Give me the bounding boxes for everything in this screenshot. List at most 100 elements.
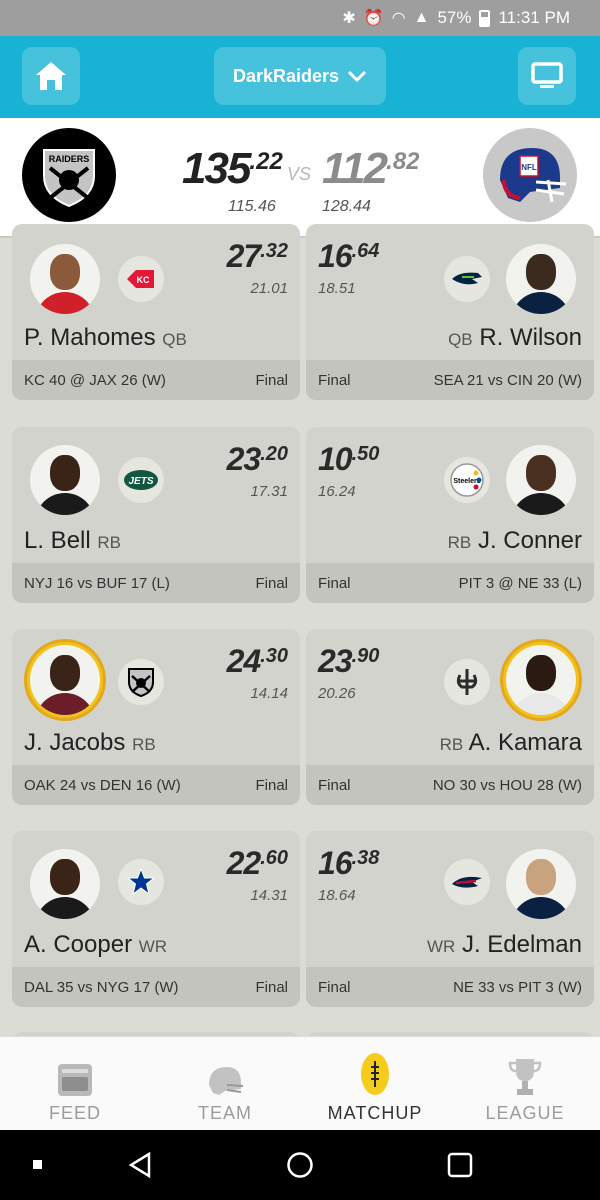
signal-icon: ▲ xyxy=(413,9,430,26)
back-icon[interactable] xyxy=(127,1152,153,1178)
steelers-logo-icon: Steelers xyxy=(444,457,490,503)
status-bar: ✱ ⏰ ◠ ▲ 57% 11:31 PM xyxy=(0,0,600,36)
app-header: DarkRaiders xyxy=(0,36,600,118)
battery-percent: 57% xyxy=(437,8,472,27)
recent-dot-icon[interactable] xyxy=(33,1160,42,1169)
game-info: Final NO 30 vs HOU 28 (W) xyxy=(306,765,594,805)
player-photo xyxy=(506,645,576,715)
raiders-shield-icon: RAIDERS xyxy=(43,149,95,208)
home-button[interactable] xyxy=(22,47,80,105)
player-projected: 18.64 xyxy=(318,887,356,904)
player-card-right[interactable]: 16.64 18.51 QB R. Wilson Final SEA 21 vs … xyxy=(306,224,594,400)
nfl-logo-text: NFL xyxy=(521,163,537,172)
vs-label: VS xyxy=(287,164,312,184)
player-name: J. Jacobs RB xyxy=(24,729,156,756)
football-icon xyxy=(361,1053,389,1095)
chevron-down-icon xyxy=(347,70,367,82)
game-info: Final NE 33 vs PIT 3 (W) xyxy=(306,967,594,1007)
player-points: 10.50 xyxy=(318,441,380,477)
player-projected: 20.26 xyxy=(318,685,356,702)
game-info: KC 40 @ JAX 26 (W) Final xyxy=(12,360,300,400)
nav-matchup[interactable]: MATCHUP xyxy=(300,1037,450,1130)
game-info: Final PIT 3 @ NE 33 (L) xyxy=(306,563,594,603)
my-score-decimal: .22 xyxy=(249,148,283,175)
nav-matchup-label: MATCHUP xyxy=(327,1103,423,1123)
home-circle-icon[interactable] xyxy=(286,1151,314,1179)
raiders-logo-icon xyxy=(118,659,164,705)
player-points: 22.60 xyxy=(226,845,288,881)
player-projected: 18.51 xyxy=(318,280,356,297)
system-nav-bar xyxy=(0,1130,600,1200)
clock: 11:31 PM xyxy=(498,8,570,27)
player-projected: 14.31 xyxy=(250,887,288,904)
opponent-team-logo[interactable]: NFL xyxy=(483,128,577,222)
player-photo xyxy=(506,849,576,919)
player-projected: 17.31 xyxy=(250,483,288,500)
nav-league-label: LEAGUE xyxy=(485,1103,565,1123)
player-points: 16.64 xyxy=(318,238,380,274)
feed-icon xyxy=(58,1064,92,1096)
game-info: OAK 24 vs DEN 16 (W) Final xyxy=(12,765,300,805)
wifi-icon: ◠ xyxy=(391,10,406,27)
player-photo xyxy=(30,645,100,715)
player-name: P. Mahomes QB xyxy=(24,324,187,351)
svg-text:KC: KC xyxy=(137,275,150,285)
steelers-logo-text: Steelers xyxy=(453,478,480,485)
player-card-left[interactable]: KC 27.32 21.01 P. Mahomes QB KC 40 @ JAX… xyxy=(12,224,300,400)
nav-feed[interactable]: FEED xyxy=(0,1037,150,1130)
player-photo xyxy=(506,244,576,314)
game-info: DAL 35 vs NYG 17 (W) Final xyxy=(12,967,300,1007)
overview-icon[interactable] xyxy=(447,1152,473,1178)
opp-score-integer: 112 xyxy=(322,144,388,193)
my-projected-score: 115.46 xyxy=(228,198,276,215)
jets-logo-text: JETS xyxy=(128,476,153,487)
player-points: 16.38 xyxy=(318,845,380,881)
player-card-left[interactable]: JETS 23.20 17.31 L. Bell RB NYJ 16 vs BU… xyxy=(12,427,300,603)
player-card-right[interactable]: 23.90 20.26 RB A. Kamara Final NO 30 vs H… xyxy=(306,629,594,805)
player-name: RB A. Kamara xyxy=(439,729,582,756)
player-name: A. Cooper WR xyxy=(24,931,168,958)
battery-icon xyxy=(479,9,491,27)
player-projected: 16.24 xyxy=(318,483,356,500)
player-photo xyxy=(506,445,576,515)
player-photo xyxy=(30,244,100,314)
opp-score-decimal: .82 xyxy=(386,148,420,175)
player-card-left[interactable]: 22.60 14.31 A. Cooper WR DAL 35 vs NYG 1… xyxy=(12,831,300,1007)
home-icon xyxy=(36,62,66,90)
game-info: NYJ 16 vs BUF 17 (L) Final xyxy=(12,563,300,603)
cowboys-logo-icon xyxy=(118,859,164,905)
player-points: 23.20 xyxy=(226,441,288,477)
game-info: Final SEA 21 vs CIN 20 (W) xyxy=(306,360,594,400)
helmet-icon xyxy=(209,1067,244,1095)
jets-logo-icon: JETS xyxy=(118,457,164,503)
my-team-logo[interactable]: RAIDERS xyxy=(22,128,116,222)
player-points: 24.30 xyxy=(226,643,288,679)
nav-feed-label: FEED xyxy=(48,1103,101,1123)
player-card-right[interactable]: Steelers 10.50 16.24 RB J. Conner Final P… xyxy=(306,427,594,603)
my-score-integer: 135 xyxy=(182,144,251,193)
player-card-right[interactable]: 16.38 18.64 WR J. Edelman Final NE 33 vs … xyxy=(306,831,594,1007)
patriots-logo-icon xyxy=(444,859,490,905)
opponent-score: 112.82 xyxy=(322,144,420,194)
bluetooth-icon: ✱ xyxy=(342,10,356,27)
nav-league[interactable]: LEAGUE xyxy=(450,1037,600,1130)
player-photo xyxy=(30,849,100,919)
team-selector-dropdown[interactable]: DarkRaiders xyxy=(214,47,386,105)
raiders-logo-text: RAIDERS xyxy=(49,154,90,164)
nav-team[interactable]: TEAM xyxy=(150,1037,300,1130)
tv-button[interactable] xyxy=(518,47,576,105)
player-name: QB R. Wilson xyxy=(448,324,582,351)
player-card-left[interactable]: 24.30 14.14 J. Jacobs RB OAK 24 vs DEN 1… xyxy=(12,629,300,805)
chiefs-logo-icon: KC xyxy=(118,256,164,302)
team-name: DarkRaiders xyxy=(232,65,340,86)
player-projected: 14.14 xyxy=(250,685,288,702)
saints-logo-icon xyxy=(444,659,490,705)
nav-team-label: TEAM xyxy=(197,1103,252,1123)
bottom-nav: FEED TEAM MATCHUP LEAGUE xyxy=(0,1036,600,1130)
trophy-icon xyxy=(508,1059,542,1095)
player-points: 27.32 xyxy=(226,238,288,274)
opp-projected-score: 128.44 xyxy=(322,198,371,215)
helmet-icon: NFL xyxy=(500,148,567,203)
scoreboard: RAIDERS 135.22 VS 112.82 115.46 128.44 N… xyxy=(0,118,600,238)
my-team-score: 135.22 xyxy=(182,144,283,194)
